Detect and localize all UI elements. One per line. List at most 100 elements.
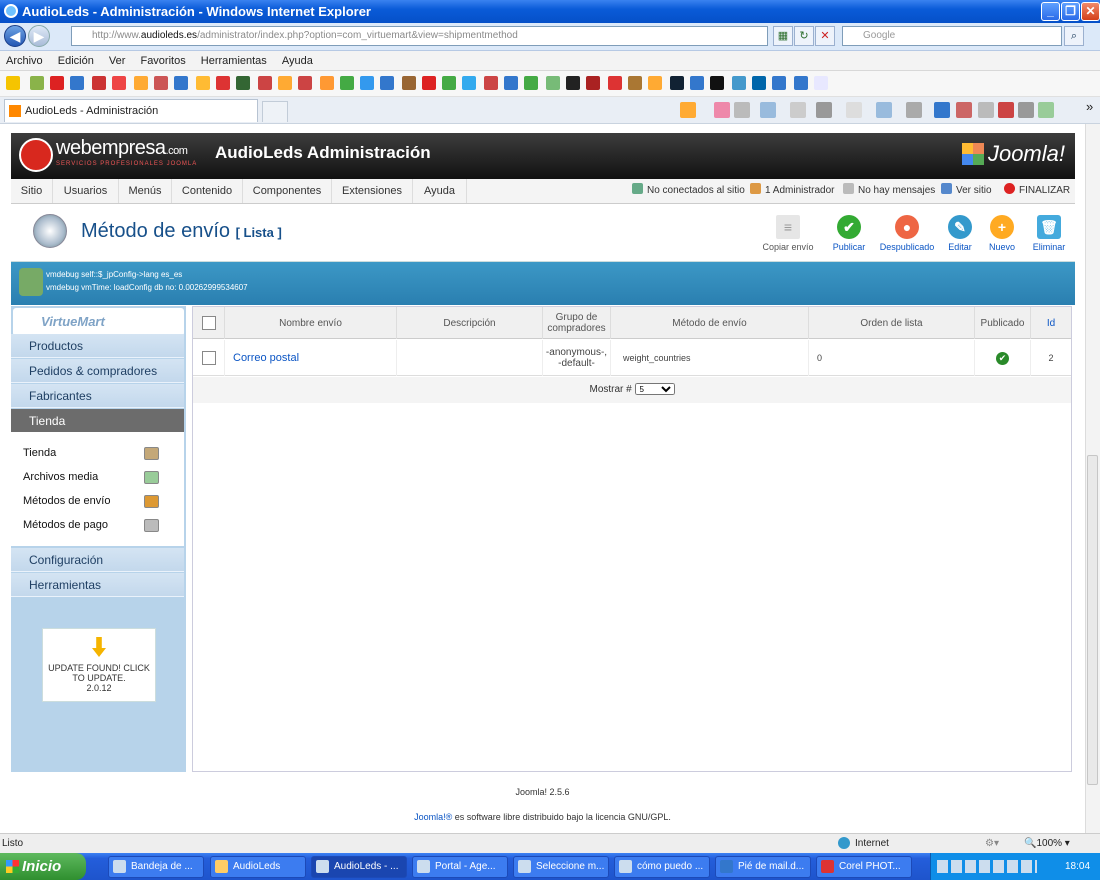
favorite-icon[interactable]	[628, 76, 642, 90]
menu-extensiones[interactable]: Extensiones	[332, 179, 413, 203]
tab-audioleds[interactable]: AudioLeds - Administración	[4, 99, 258, 122]
feeds-icon[interactable]	[714, 102, 730, 118]
favorite-icon[interactable]	[772, 76, 786, 90]
mail-icon[interactable]	[790, 102, 806, 118]
task-bandeja[interactable]: Bandeja de ...	[108, 856, 204, 878]
logout-link[interactable]: FINALIZAR	[1004, 179, 1070, 203]
unpublish-button[interactable]: ● Despublicado	[875, 212, 939, 258]
favorite-icon[interactable]	[586, 76, 600, 90]
copy-button[interactable]: ≡ Copiar envío	[756, 212, 820, 258]
published-check-icon[interactable]: ✔	[996, 351, 1009, 365]
tray-icons[interactable]	[937, 860, 1037, 873]
close-button[interactable]: ✕	[1081, 2, 1100, 21]
start-button[interactable]: Inicio	[0, 853, 86, 880]
update-notice[interactable]: UPDATE FOUND! CLICK TO UPDATE. 2.0.12	[42, 628, 156, 702]
row-checkbox[interactable]	[201, 351, 216, 365]
sidebar-item-configuracion[interactable]: Configuración	[11, 548, 184, 572]
favorite-icon[interactable]	[648, 76, 662, 90]
favorite-icon[interactable]	[50, 76, 64, 90]
menu-sitio[interactable]: Sitio	[11, 179, 53, 203]
favorite-icon[interactable]	[236, 76, 250, 90]
menu-menus[interactable]: Menús	[119, 179, 172, 203]
favorite-icon[interactable]	[154, 76, 168, 90]
task-portal[interactable]: Portal - Age...	[412, 856, 508, 878]
search-input[interactable]: Google	[842, 26, 1062, 46]
favorite-icon[interactable]	[340, 76, 354, 90]
favorites-star-icon[interactable]	[6, 76, 20, 90]
favorite-icon[interactable]	[814, 76, 828, 90]
menu-usuarios[interactable]: Usuarios	[53, 179, 119, 203]
tools-icon[interactable]	[906, 102, 922, 118]
menu-archivo[interactable]: Archivo	[0, 51, 49, 71]
blog-icon[interactable]	[978, 102, 994, 118]
menu-herramientas[interactable]: Herramientas	[195, 51, 273, 71]
select-all-checkbox[interactable]	[201, 316, 216, 330]
favorite-icon[interactable]	[484, 76, 498, 90]
menu-componentes[interactable]: Componentes	[243, 179, 332, 203]
menu-contenido[interactable]: Contenido	[172, 179, 243, 203]
favorite-icon[interactable]	[216, 76, 230, 90]
sidebar-item-herramientas[interactable]: Herramientas	[11, 573, 184, 597]
menu-favoritos[interactable]: Favoritos	[134, 51, 191, 71]
col-id[interactable]: Id	[1031, 307, 1071, 339]
favorite-icon[interactable]	[134, 76, 148, 90]
favorite-icon[interactable]	[320, 76, 334, 90]
favorite-icon[interactable]	[442, 76, 456, 90]
view-site-link[interactable]: Ver sitio	[941, 179, 992, 203]
favorite-icon[interactable]	[462, 76, 476, 90]
submenu-tienda[interactable]: Tienda	[23, 447, 56, 459]
print-icon[interactable]	[816, 102, 832, 118]
favorite-icon[interactable]	[360, 76, 374, 90]
col-metodo[interactable]: Método de envío	[611, 307, 809, 339]
favorite-icon[interactable]	[422, 76, 436, 90]
search-icon[interactable]: ⌕	[1064, 26, 1084, 46]
favorite-icon[interactable]	[174, 76, 188, 90]
favorite-icon[interactable]	[380, 76, 394, 90]
task-corel[interactable]: Corel PHOT...	[816, 856, 912, 878]
favorite-icon[interactable]	[546, 76, 560, 90]
favorite-icon[interactable]	[112, 76, 126, 90]
menu-ver[interactable]: Ver	[103, 51, 132, 71]
zoom-icon[interactable]	[760, 102, 776, 118]
compat-view-icon[interactable]: ▦	[773, 26, 793, 46]
favorite-icon[interactable]	[196, 76, 210, 90]
address-input[interactable]: http://www.audioleds.es/administrator/in…	[71, 26, 768, 46]
scrollbar-thumb[interactable]	[1087, 455, 1098, 785]
menu-ayuda[interactable]: Ayuda	[276, 51, 319, 71]
zoom-level[interactable]: 🔍100% ▾	[1024, 834, 1070, 853]
favorite-icon[interactable]	[278, 76, 292, 90]
col-orden[interactable]: Orden de lista	[809, 307, 975, 339]
protected-mode-icon[interactable]: ⚙▾	[985, 834, 999, 853]
research-icon[interactable]	[956, 102, 972, 118]
joomla-link[interactable]: Joomla!®	[414, 812, 452, 822]
status-offline[interactable]: No conectados al sitio	[632, 179, 745, 203]
favorite-icon[interactable]	[504, 76, 518, 90]
safety-icon[interactable]	[876, 102, 892, 118]
extra-icon[interactable]	[1018, 102, 1034, 118]
back-icon[interactable]: ◀	[4, 25, 26, 47]
page-icon[interactable]	[846, 102, 862, 118]
submenu-media[interactable]: Archivos media	[23, 471, 98, 483]
refresh-icon[interactable]: ↻	[794, 26, 814, 46]
favorite-icon[interactable]	[670, 76, 684, 90]
stop-icon[interactable]: ✕	[815, 26, 835, 46]
onenote-icon[interactable]	[998, 102, 1014, 118]
sidebar-item-tienda[interactable]: Tienda	[11, 409, 184, 433]
submenu-pago[interactable]: Métodos de pago	[23, 519, 108, 531]
sidebar-item-pedidos[interactable]: Pedidos & compradores	[11, 359, 184, 383]
col-publicado[interactable]: Publicado	[975, 307, 1031, 339]
favorite-icon[interactable]	[70, 76, 84, 90]
menu-ayuda-admin[interactable]: Ayuda	[413, 179, 467, 203]
status-admins[interactable]: 1 Administrador	[750, 179, 834, 203]
sidebar-item-productos[interactable]: Productos	[11, 334, 184, 358]
row-name-link[interactable]: Correo postal	[225, 340, 397, 376]
task-seleccione[interactable]: Seleccione m...	[513, 856, 609, 878]
favorite-icon[interactable]	[92, 76, 106, 90]
favorite-icon[interactable]	[524, 76, 538, 90]
new-tab-button[interactable]	[262, 101, 288, 122]
chevron-right-icon[interactable]: »	[1086, 99, 1093, 114]
pager-select[interactable]: 5	[634, 383, 675, 396]
favorite-icon[interactable]	[710, 76, 724, 90]
new-button[interactable]: + Nuevo	[979, 212, 1025, 258]
status-messages[interactable]: No hay mensajes	[843, 179, 935, 203]
